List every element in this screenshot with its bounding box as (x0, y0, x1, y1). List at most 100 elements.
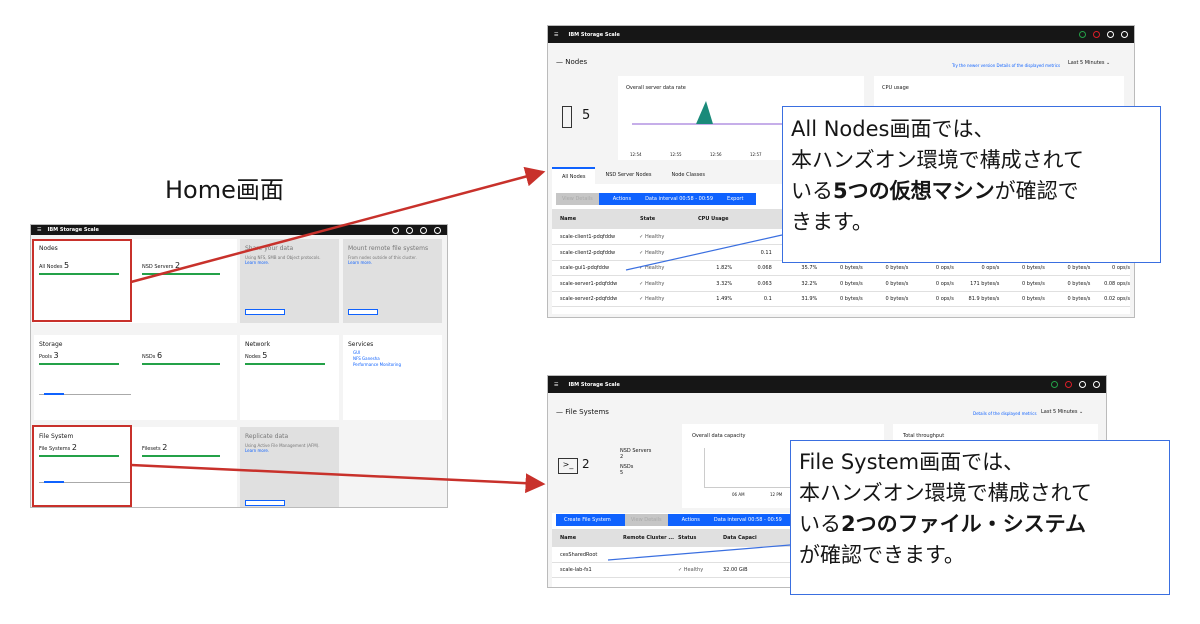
tick-label: 12:57 (750, 152, 762, 157)
cell-net: 0 bytes/s (839, 296, 863, 302)
fs-nsd-servers-count: 2 (620, 454, 624, 460)
network-nodes-label: Nodes (245, 354, 261, 360)
storage-title: Storage (39, 341, 63, 348)
cell-s2: 0 ops/s (935, 296, 954, 302)
view-details-button[interactable]: View Details (556, 193, 599, 205)
help-icon[interactable] (420, 226, 427, 234)
notification-icon[interactable] (1051, 381, 1058, 388)
user-icon[interactable] (434, 226, 441, 234)
col-status[interactable]: Status (678, 535, 723, 541)
create-fs-button[interactable]: Create File System (564, 517, 611, 523)
menu-icon[interactable]: ☰ (554, 32, 558, 38)
help-icon[interactable] (1079, 381, 1086, 388)
callout2-emph: 2つのファイル・システム (841, 512, 1086, 536)
tick-label: 12:55 (670, 152, 682, 157)
col-name[interactable]: Name (560, 535, 623, 541)
storage-tile[interactable]: Storage Pools 3 NSDs 6 (34, 335, 237, 420)
view-details-button[interactable]: View Details (624, 514, 668, 526)
time-range-select[interactable]: Last 5 Minutes ⌄ (1068, 60, 1110, 66)
col-remote-cluster[interactable]: Remote Cluster ... (623, 535, 678, 541)
table-row[interactable]: scale-server1-pdqfddw ✓ Healthy 3.32% 0.063… (552, 277, 1130, 292)
cell-cpu: 1.49% (716, 296, 733, 302)
tick-label: 12:56 (710, 152, 722, 157)
callout1-emph: 5つの仮想マシン (833, 179, 995, 203)
callout-nodes: All Nodes画面では、 本ハンズオン環境で構成されて いる5つの仮想マシン… (782, 106, 1161, 263)
tick-label: 06 AM (732, 492, 745, 497)
cell-mem: 32.2% (801, 280, 818, 287)
data-interval-button[interactable]: Data interval 00:58 - 00:59 (714, 517, 782, 523)
callout1-line4: きます。 (791, 210, 873, 234)
cell-load: 0.068 (757, 265, 772, 271)
data-interval-button[interactable]: Data interval 00:58 - 00:59 (645, 196, 713, 202)
table-row[interactable]: scale-server2-pdqfddw ✓ Healthy 1.49% 0.1 31… (552, 292, 1130, 307)
filesets-count: 2 (162, 443, 168, 452)
tab-all-nodes[interactable]: All Nodes (552, 167, 596, 184)
table-row[interactable]: scale-gui1-pdqfddw ✓ Healthy 1.82% 0.068 35.… (552, 261, 1130, 276)
export-button[interactable]: Export (727, 196, 743, 202)
metrics-links[interactable]: Details of the displayed metrics (973, 411, 1037, 416)
chart2-title[interactable]: CPU usage (882, 85, 909, 91)
share-data-tile[interactable]: Share your data Using NFS, SMB and Objec… (240, 239, 339, 323)
alert-icon[interactable] (1065, 381, 1072, 388)
cell-s5: 0 bytes/s (1067, 265, 1091, 271)
fs-name: cesSharedRoot (560, 552, 598, 558)
mount-learn-link[interactable]: Learn more. (348, 260, 372, 265)
cell-name: scale-client2-pdqfddw (560, 249, 616, 256)
page-title: — Nodes (556, 58, 588, 66)
mount-button[interactable] (348, 309, 378, 315)
home-label: Home画面 (165, 176, 284, 204)
alert-icon[interactable] (406, 226, 413, 234)
col-state[interactable]: State (640, 216, 698, 222)
tab-node-classes[interactable]: Node Classes (661, 167, 714, 184)
network-nodes-link[interactable]: Nodes 5 (245, 351, 267, 360)
replicate-button[interactable] (245, 500, 285, 506)
col-cpu[interactable]: CPU Usage (698, 216, 758, 222)
user-icon[interactable] (1093, 381, 1100, 388)
app-title: IBM Storage Scale (47, 227, 99, 233)
tab-nsd-server-nodes[interactable]: NSD Server Nodes (595, 167, 661, 184)
service-perfmon[interactable]: Performance Monitoring (353, 362, 401, 367)
chart1-title[interactable]: Overall data capacity (692, 433, 745, 439)
callout1-line1: All Nodes画面では、 (791, 117, 995, 141)
actions-button[interactable]: Actions (613, 196, 631, 202)
nsd-servers-link[interactable]: NSD Servers 2 (142, 261, 180, 270)
nodes-topbar: ☰ IBM Storage Scale (548, 26, 1134, 43)
server-icon (562, 106, 572, 128)
mount-tile[interactable]: Mount remote file systems From nodes out… (343, 239, 442, 323)
service-gui[interactable]: GUI (353, 350, 360, 355)
share-learn-link[interactable]: Learn more. (245, 260, 269, 265)
user-icon[interactable] (1121, 31, 1128, 38)
time-range-select[interactable]: Last 5 Minutes ⌄ (1041, 409, 1083, 415)
network-tile[interactable]: Network Nodes 5 (240, 335, 339, 420)
pools-link[interactable]: Pools 3 (39, 351, 59, 360)
menu-icon[interactable]: ☰ (37, 227, 41, 233)
cell-mem: 35.7% (801, 265, 818, 271)
callout1-line3: いる5つの仮想マシンが確認で (791, 176, 1152, 207)
replicate-tile[interactable]: Replicate data Using Active File Managem… (240, 427, 339, 507)
cell-s6: 0.08 ops/s (1104, 280, 1130, 287)
notification-icon[interactable] (392, 226, 399, 234)
cell-state: ✓ Healthy (639, 265, 665, 271)
alert-icon[interactable] (1093, 31, 1100, 38)
service-nfs[interactable]: NFS Ganesha (353, 356, 380, 361)
replicate-learn-link[interactable]: Learn more. (245, 448, 269, 453)
actions-button[interactable]: Actions (682, 517, 700, 523)
col-name[interactable]: Name (560, 216, 640, 222)
col-data-capacity[interactable]: Data Capaci (723, 535, 783, 541)
notification-icon[interactable] (1079, 31, 1086, 38)
chart2-title[interactable]: Total throughput (903, 433, 944, 439)
network-title: Network (245, 341, 271, 348)
cell-name: scale-server2-pdqfddw (560, 296, 618, 302)
metrics-links[interactable]: Try the newer version Details of the dis… (952, 63, 1060, 68)
help-icon[interactable] (1107, 31, 1114, 38)
page-title-text: Nodes (565, 58, 588, 66)
cell-net: 0 bytes/s (839, 280, 863, 287)
services-tile[interactable]: Services GUI NFS Ganesha Performance Mon… (343, 335, 442, 420)
fs-toolbar: Create File System View Details Actions … (556, 514, 791, 526)
menu-icon[interactable]: ☰ (554, 382, 558, 388)
cell-s4: 0 bytes/s (1022, 296, 1045, 302)
nsds-link[interactable]: NSDs 6 (142, 351, 162, 360)
filesets-link[interactable]: Filesets 2 (142, 443, 167, 452)
share-button[interactable] (245, 309, 285, 315)
cell-s3: 81.9 bytes/s (968, 296, 1000, 302)
